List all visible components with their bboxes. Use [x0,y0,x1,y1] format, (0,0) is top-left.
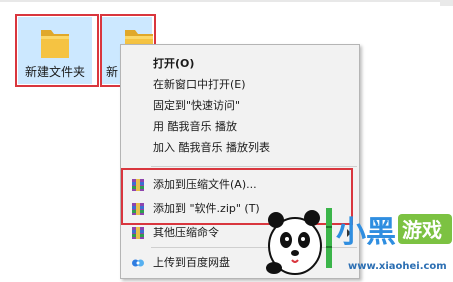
svg-text:游戏: 游戏 [402,218,442,242]
menu-separator [151,166,357,167]
watermark-logo: 小 黑 游戏 www.xiaohei.com [262,190,453,279]
svg-text:小: 小 [336,215,366,250]
watermark-site-text: www.xiaohei.com [348,261,447,272]
menu-item-label: 其他压缩命令 [153,226,219,239]
desktop: 新建文件夹 新 打开(O) 在新窗口中打开(E) 固定到"快速访问" 用 酷我音… [0,0,453,279]
baidu-netdisk-icon [132,259,144,267]
window-top-edge [0,0,453,2]
winrar-archive-icon [132,227,144,239]
scrollbar-stub[interactable] [440,0,453,6]
svg-text:黑: 黑 [366,215,396,250]
menu-item-label: 在新窗口中打开(E) [153,78,246,91]
menu-item-label: 打开(O) [153,57,195,70]
menu-item-open-new-window[interactable]: 在新窗口中打开(E) [121,75,359,95]
folder-highlight-box [15,14,99,87]
menu-item-open[interactable]: 打开(O) [121,54,359,74]
menu-item-play-kuwo[interactable]: 用 酷我音乐 播放 [121,117,359,137]
menu-item-label: 加入 酷我音乐 播放列表 [153,141,270,154]
menu-item-label: 固定到"快速访问" [153,99,241,112]
menu-item-pin-quick-access[interactable]: 固定到"快速访问" [121,96,359,116]
menu-item-add-kuwo-playlist[interactable]: 加入 酷我音乐 播放列表 [121,138,359,158]
menu-item-label: 用 酷我音乐 播放 [153,120,237,133]
menu-item-label: 上传到百度网盘 [153,256,230,269]
